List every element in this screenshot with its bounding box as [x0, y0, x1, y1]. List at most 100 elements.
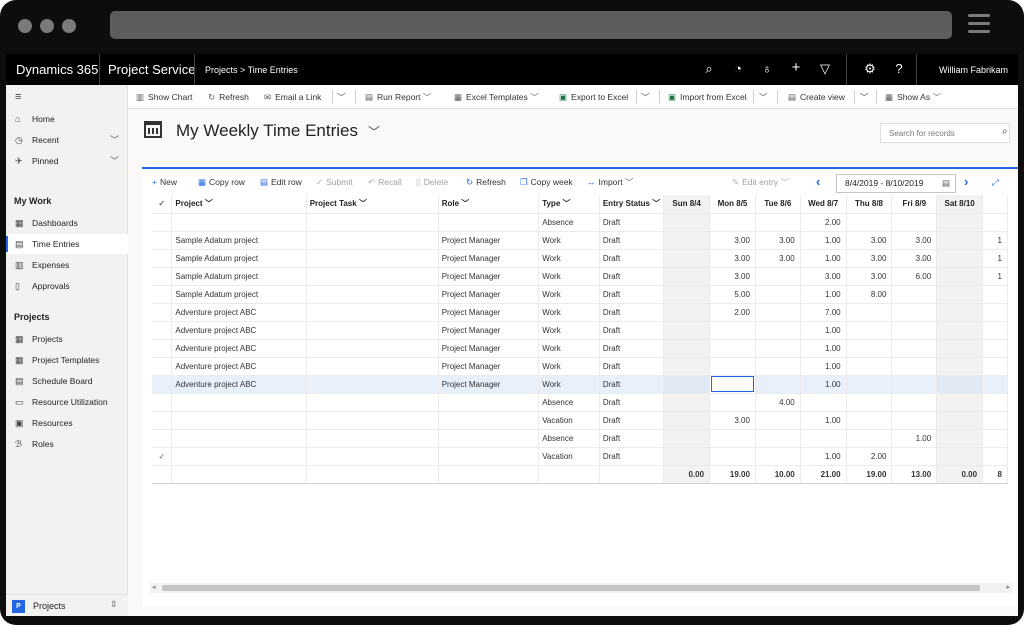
cell-hours[interactable]: 2.00 [800, 213, 847, 232]
cell-task[interactable] [306, 339, 439, 358]
cell-hours[interactable] [936, 339, 984, 358]
nav-time-entries[interactable]: ▤ Time Entries [6, 234, 128, 254]
cell-hours[interactable] [663, 411, 711, 430]
table-row[interactable]: Adventure project ABC Project Manager Work… [152, 375, 1008, 394]
cell-hours[interactable]: 3.00 [846, 249, 893, 268]
cell-role[interactable]: Project Manager [438, 303, 540, 322]
cell-task[interactable] [306, 213, 439, 232]
cell-hours[interactable]: 1.00 [891, 429, 938, 448]
cell-type[interactable]: Vacation [538, 411, 600, 430]
table-row[interactable]: Absence Draft 1.00 [152, 429, 1008, 448]
column-header-project[interactable]: Project ﹀ [171, 195, 307, 214]
cell-hours[interactable] [891, 213, 938, 232]
scroll-right-icon[interactable]: ▸ [1006, 583, 1010, 591]
show-chart-button[interactable]: ▥ Show Chart [136, 85, 192, 109]
lightbulb-icon[interactable]: ♁ [759, 61, 775, 76]
cell-hours[interactable] [936, 411, 984, 430]
import-button[interactable]: ↔ Import ﹀ [587, 169, 633, 195]
cell-role[interactable] [438, 213, 540, 232]
cell-role[interactable]: Project Manager [438, 267, 540, 286]
brand-label[interactable]: Dynamics 365 [16, 62, 98, 77]
cell-hours[interactable]: 3.00 [891, 249, 938, 268]
cell-hours[interactable] [846, 339, 893, 358]
cell-hours[interactable] [891, 447, 938, 466]
cell-project[interactable]: Sample Adatum project [171, 231, 307, 250]
cell-project[interactable] [171, 429, 307, 448]
row-checkbox[interactable] [152, 321, 173, 340]
cell-status[interactable]: Draft [599, 285, 665, 304]
cell-hours[interactable] [755, 303, 801, 322]
recall-button[interactable]: ↶ Recall [368, 169, 402, 195]
gear-icon[interactable]: ⚙ [862, 61, 878, 77]
cell-hours[interactable]: 8.00 [846, 285, 893, 304]
column-header-day[interactable]: Tue 8/6 [755, 195, 801, 214]
cell-type[interactable]: Work [538, 357, 600, 376]
cell-hours[interactable]: 3.00 [800, 267, 847, 286]
breadcrumb[interactable]: Projects > Time Entries [205, 65, 298, 75]
cell-task[interactable] [306, 357, 439, 376]
cell-project[interactable]: Adventure project ABC [171, 357, 307, 376]
nav-expenses[interactable]: ▥ Expenses [6, 255, 128, 275]
cell-task[interactable] [306, 267, 439, 286]
cell-task[interactable] [306, 231, 439, 250]
nav-resource-utilization[interactable]: ▭ Resource Utilization [6, 392, 128, 412]
table-row[interactable]: Adventure project ABC Project Manager Work… [152, 357, 1008, 376]
cell-role[interactable] [438, 429, 540, 448]
cell-hours[interactable]: 6.00 [891, 267, 938, 286]
hamburger-icon[interactable]: ≡ [6, 87, 128, 107]
cell-type[interactable]: Absence [538, 429, 600, 448]
cell-hours[interactable] [891, 321, 938, 340]
cell-role[interactable]: Project Manager [438, 375, 540, 394]
export-excel-button[interactable]: ▣ Export to Excel [559, 85, 628, 109]
cell-type[interactable]: Work [538, 267, 600, 286]
cell-hours[interactable] [846, 357, 893, 376]
cell-hours[interactable]: 2.00 [709, 303, 756, 322]
cell-hours[interactable] [755, 447, 801, 466]
edit-row-button[interactable]: ▤ Edit row [260, 169, 302, 195]
cell-hours[interactable]: 3.00 [846, 267, 893, 286]
cell-hours[interactable]: 3.00 [709, 231, 756, 250]
cell-status[interactable]: Draft [599, 321, 665, 340]
cell-type[interactable]: Vacation [538, 447, 600, 466]
new-plus-icon[interactable]: + [788, 59, 804, 76]
table-row[interactable]: Sample Adatum project Project Manager Work… [152, 267, 1008, 286]
task-flow-icon[interactable]: ◔ [730, 61, 746, 76]
cell-project[interactable]: Sample Adatum project [171, 285, 307, 304]
cell-role[interactable] [438, 393, 540, 412]
cell-hours[interactable]: 5.00 [709, 285, 756, 304]
row-checkbox[interactable] [152, 393, 173, 412]
cell-hours[interactable]: 3.00 [709, 249, 756, 268]
grid-refresh-button[interactable]: ↻ Refresh [466, 169, 506, 195]
cell-role[interactable]: Project Manager [438, 339, 540, 358]
nav-project-templates[interactable]: ▦ Project Templates [6, 350, 128, 370]
cell-role[interactable]: Project Manager [438, 321, 540, 340]
excel-templates-button[interactable]: ▦ Excel Templates ﹀ [454, 85, 543, 109]
browser-menu-icon[interactable] [968, 14, 990, 36]
chevron-down-icon[interactable]: ﹀ [110, 130, 119, 150]
cell-hours[interactable]: 1.00 [800, 411, 847, 430]
row-checkbox[interactable] [152, 231, 173, 250]
app-name[interactable]: Project Service [108, 62, 195, 77]
cell-hours[interactable] [755, 375, 801, 394]
cell-role[interactable]: Project Manager [438, 249, 540, 268]
cell-status[interactable]: Draft [599, 339, 665, 358]
nav-recent[interactable]: ◷ Recent ﹀ [6, 130, 128, 150]
row-checkbox[interactable] [152, 411, 173, 430]
create-view-button[interactable]: ▤ Create view [788, 85, 845, 109]
nav-resources[interactable]: ▣ Resources [6, 413, 128, 433]
cell-hours[interactable]: 1.00 [800, 231, 847, 250]
table-row[interactable]: ✓ Vacation Draft 1.00 2.00 [152, 447, 1008, 466]
search-input[interactable]: Search for records [880, 123, 1010, 143]
cell-hours[interactable] [936, 393, 984, 412]
cell-hours[interactable] [846, 411, 893, 430]
submit-button[interactable]: ✓ Submit [316, 169, 353, 195]
cell-hours[interactable] [755, 339, 801, 358]
show-as-button[interactable]: ▦ Show As ﹀ [885, 85, 945, 109]
cell-hours[interactable] [936, 357, 984, 376]
cell-hours[interactable]: 3.00 [755, 249, 801, 268]
cell-task[interactable] [306, 285, 439, 304]
cell-hours[interactable]: 1.00 [800, 357, 847, 376]
email-link-button[interactable]: ✉ Email a Link [264, 85, 321, 109]
cell-hours[interactable] [663, 375, 711, 394]
table-row[interactable]: Absence Draft 4.00 [152, 393, 1008, 412]
